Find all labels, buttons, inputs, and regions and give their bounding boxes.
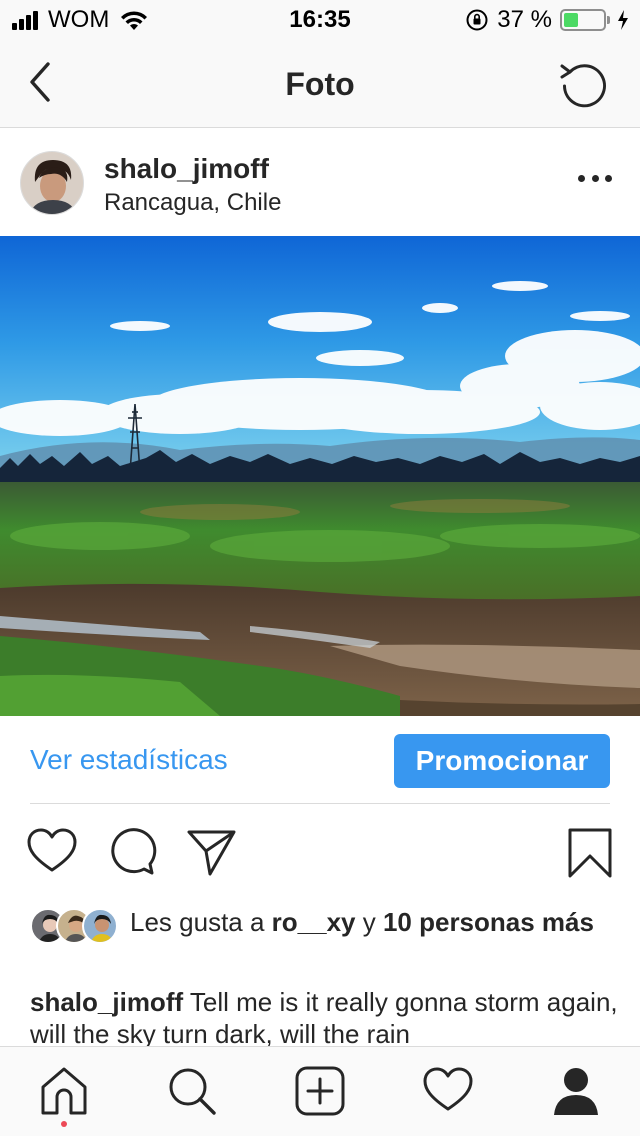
battery-percent: 37 % [497, 6, 552, 33]
tab-home[interactable] [38, 1065, 90, 1117]
battery-fill [564, 13, 579, 27]
refresh-icon [560, 64, 606, 108]
landscape-image [0, 236, 640, 716]
search-icon [169, 1068, 216, 1115]
refresh-button[interactable] [558, 58, 610, 110]
tab-bar [0, 1046, 640, 1136]
post-username[interactable]: shalo_jimoff [104, 153, 269, 185]
likes-others[interactable]: 10 personas más [383, 907, 594, 937]
nav-bar: Foto [0, 40, 640, 128]
heart-icon [423, 1067, 473, 1111]
view-insights-link[interactable]: Ver estadísticas [30, 744, 228, 776]
battery-icon [560, 9, 610, 31]
liker-avatars [30, 908, 120, 944]
tab-profile[interactable] [550, 1065, 602, 1117]
heart-icon [27, 828, 77, 872]
notification-dot [61, 1121, 67, 1127]
home-icon [41, 1067, 87, 1115]
comment-icon [111, 828, 157, 875]
tab-activity[interactable] [422, 1065, 474, 1117]
liker-username[interactable]: ro__xy [272, 907, 356, 937]
like-button[interactable] [26, 826, 78, 878]
dot-icon [605, 175, 612, 182]
avatar[interactable] [20, 151, 84, 215]
likes-connector: y [355, 907, 383, 937]
status-bar: WOM 16:35 37 % [0, 0, 640, 40]
status-right: 37 % [465, 6, 630, 34]
likes-summary: Les gusta a ro__xy y 10 personas más [130, 906, 610, 938]
dot-icon [591, 175, 599, 182]
bookmark-icon [568, 828, 612, 878]
page-title: Foto [285, 66, 355, 102]
post-photo[interactable] [0, 236, 640, 716]
liker-avatar [82, 908, 118, 944]
share-button[interactable] [186, 826, 238, 878]
charging-icon [618, 10, 628, 30]
post-header: shalo_jimoff Rancagua, Chile [0, 129, 640, 236]
orientation-lock-icon [466, 9, 488, 31]
dot-icon [578, 175, 585, 182]
avatar-photo [21, 152, 83, 214]
insights-row: Ver estadísticas Promocionar [30, 732, 610, 804]
tab-search[interactable] [166, 1065, 218, 1117]
save-button[interactable] [564, 826, 616, 878]
caption-author[interactable]: shalo_jimoff [30, 987, 183, 1017]
promote-button[interactable]: Promocionar [394, 734, 610, 788]
comment-button[interactable] [106, 826, 158, 878]
profile-icon [554, 1068, 598, 1115]
post-caption: shalo_jimoff Tell me is it really gonna … [30, 986, 620, 1046]
tab-new-post[interactable] [294, 1065, 346, 1117]
post-actions [0, 820, 640, 884]
send-icon [187, 830, 236, 876]
post-location[interactable]: Rancagua, Chile [104, 189, 281, 217]
likes-row[interactable]: Les gusta a ro__xy y 10 personas más [30, 904, 620, 974]
likes-prefix: Les gusta a [130, 907, 272, 937]
more-options-button[interactable] [578, 175, 612, 187]
add-icon [295, 1066, 345, 1116]
